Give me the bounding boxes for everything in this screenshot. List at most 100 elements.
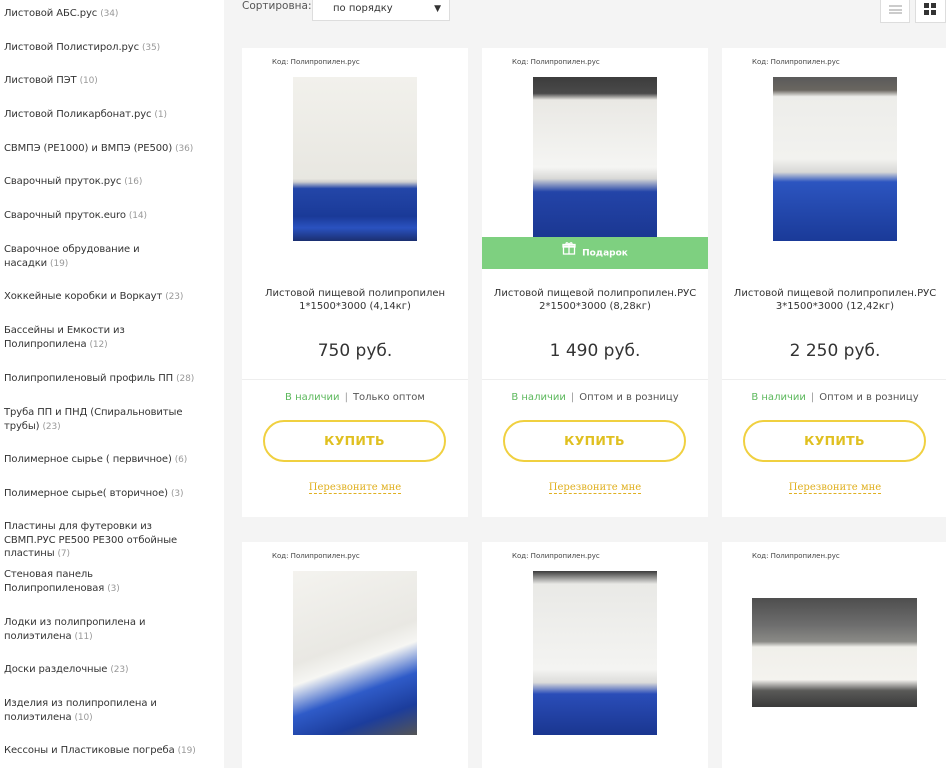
callback-label[interactable]: Перезвоните мне <box>308 482 402 494</box>
product-card: Код: Полипропилен.рус Листовой пищевой п… <box>722 48 946 517</box>
category-count: (35) <box>142 43 161 53</box>
category-count: (36) <box>175 144 194 154</box>
category-item[interactable]: Сварочный пруток.euro (14) <box>4 209 216 224</box>
stock-status: В наличии <box>751 392 806 403</box>
sort-label: Сортировна: <box>242 0 312 12</box>
sale-type: Оптом и в розницу <box>819 392 919 403</box>
product-image[interactable] <box>293 571 417 735</box>
sort-select[interactable]: по порядку ▼ <box>312 0 450 21</box>
sort-value: по порядку <box>333 3 393 14</box>
category-item[interactable]: Полимерное сырье ( первичное) (6) <box>4 453 216 468</box>
product-image[interactable] <box>752 598 917 707</box>
category-count: (34) <box>100 9 119 19</box>
product-code: Код: Полипропилен.рус <box>272 58 360 66</box>
product-code: Код: Полипропилен.рус <box>512 58 600 66</box>
product-code: Код: Полипропилен.рус <box>272 552 360 560</box>
card-divider <box>242 379 468 380</box>
callback-link[interactable]: Перезвоните мне <box>242 482 468 494</box>
product-price: 2 250 руб. <box>789 341 881 361</box>
category-count: (7) <box>57 549 71 559</box>
category-count: (23) <box>42 421 61 432</box>
grid-view-button[interactable] <box>915 0 946 23</box>
callback-link[interactable]: Перезвоните мне <box>482 482 708 494</box>
availability-separator: | <box>344 392 348 403</box>
buy-button[interactable]: КУПИТЬ <box>503 420 686 462</box>
category-item[interactable]: Изделия из полипропилена и полиэтилена (1… <box>4 697 164 725</box>
buy-button[interactable]: КУПИТЬ <box>743 420 926 462</box>
category-label: Полимерное сырье( вторичное) <box>4 488 168 499</box>
category-count: (23) <box>110 665 129 675</box>
product-code: Код: Полипропилен.рус <box>752 552 840 560</box>
sale-type: Только оптом <box>352 392 425 403</box>
category-item[interactable]: Бассейны и Емкости из Полипропилена (12) <box>4 324 154 352</box>
product-card: Код: Полипропилен.рус Подарок Листовой п… <box>482 48 708 517</box>
category-count: (11) <box>74 631 93 642</box>
category-item[interactable]: Сварочное обрудование и насадки (19) <box>4 243 154 271</box>
category-item[interactable]: Листовой Поликарбонат.рус (1) <box>4 108 216 123</box>
gift-banner[interactable]: Подарок <box>482 237 708 269</box>
card-divider <box>722 379 946 380</box>
category-item[interactable]: Листовой Полистирол.рус (35) <box>4 41 216 56</box>
category-item[interactable]: Хоккейные коробки и Воркаут (23) <box>4 290 216 305</box>
product-code: Код: Полипропилен.рус <box>512 552 600 560</box>
category-label: Труба ПП и ПНД (Спиральновитые трубы) <box>4 407 183 432</box>
list-view-button[interactable] <box>880 0 910 23</box>
category-item[interactable]: Доски разделочные (23) <box>4 663 216 678</box>
availability-separator: | <box>810 392 815 403</box>
category-item[interactable]: Лодки из полипропилена и полиэтилена (11) <box>4 616 154 644</box>
app-root: Листовой АБС.рус (34) Листовой Полистирол… <box>0 0 946 768</box>
category-item[interactable]: СВМПЭ (PE1000) и ВМПЭ (PE500) (36) <box>4 142 216 157</box>
category-item[interactable]: Листовой ПЭТ (10) <box>4 74 216 89</box>
product-image[interactable] <box>773 77 897 241</box>
category-item[interactable]: Листовой АБС.рус (34) <box>4 7 216 22</box>
category-count: (6) <box>174 455 188 465</box>
product-image[interactable] <box>533 571 657 735</box>
category-item[interactable]: Труба ПП и ПНД (Спиральновитые трубы) (23… <box>4 406 184 434</box>
category-count: (28) <box>176 374 195 384</box>
category-item[interactable]: Полипропиленовый профиль ПП (28) <box>4 372 216 387</box>
category-label: Сварочный пруток.рус <box>4 176 122 187</box>
availability: В наличии | Оптом и в розницу <box>482 392 708 403</box>
category-item[interactable]: Полимерное сырье( вторичное) (3) <box>4 487 216 502</box>
category-label: Пластины для футеровки из СВМП.РУС PE500… <box>4 521 178 559</box>
availability-separator: | <box>570 392 575 403</box>
category-item[interactable]: Стеновая панель Полипропиленовая (3) <box>4 568 194 596</box>
category-count: (10) <box>79 76 98 86</box>
product-image[interactable] <box>293 77 417 241</box>
category-label: Кессоны и Пластиковые погреба <box>4 745 175 756</box>
category-count: (19) <box>50 258 69 269</box>
category-item[interactable]: Пластины для футеровки из СВМП.РУС PE500… <box>4 520 204 562</box>
category-label: Полимерное сырье ( первичное) <box>4 454 172 465</box>
product-card: Код: Полипропилен.рус <box>722 542 946 768</box>
category-label: Листовой АБС.рус <box>4 8 98 19</box>
buy-button[interactable]: КУПИТЬ <box>263 420 446 462</box>
product-title[interactable]: Листовой пищевой полипропилен 1*1500*300… <box>252 287 458 313</box>
callback-link[interactable]: Перезвоните мне <box>722 482 946 494</box>
callback-label[interactable]: Перезвоните мне <box>788 482 882 494</box>
card-divider <box>482 379 708 380</box>
callback-label[interactable]: Перезвоните мне <box>548 482 642 494</box>
category-count: (3) <box>170 489 184 499</box>
gift-icon <box>562 237 576 269</box>
category-item[interactable]: Сварочный пруток.рус (16) <box>4 175 216 190</box>
category-count: (3) <box>107 583 120 594</box>
category-label: СВМПЭ (PE1000) и ВМПЭ (PE500) <box>4 143 173 154</box>
category-label: Полипропиленовый профиль ПП <box>4 373 174 384</box>
dropdown-arrow-icon: ▼ <box>434 4 441 14</box>
category-count: (19) <box>177 746 196 756</box>
category-sidebar: Листовой АБС.рус (34) Листовой Полистирол… <box>0 0 224 768</box>
category-count: (16) <box>124 177 143 187</box>
category-item[interactable]: Кессоны и Пластиковые погреба (19) <box>4 744 216 759</box>
category-count: (10) <box>74 712 93 723</box>
product-title[interactable]: Листовой пищевой полипропилен.РУС 2*1500… <box>492 287 698 313</box>
category-label: Сварочное обрудование и насадки <box>4 244 140 269</box>
product-title[interactable]: Листовой пищевой полипропилен.РУС 3*1500… <box>732 287 938 313</box>
category-label: Сварочный пруток.euro <box>4 210 126 221</box>
product-card: Код: Полипропилен.рус <box>482 542 708 768</box>
category-label: Доски разделочные <box>4 664 108 675</box>
category-count: (14) <box>128 211 147 221</box>
category-count: (12) <box>89 339 108 350</box>
product-image[interactable] <box>533 77 657 241</box>
availability: В наличии | Оптом и в розницу <box>722 392 946 403</box>
gift-label: Подарок <box>582 248 628 259</box>
